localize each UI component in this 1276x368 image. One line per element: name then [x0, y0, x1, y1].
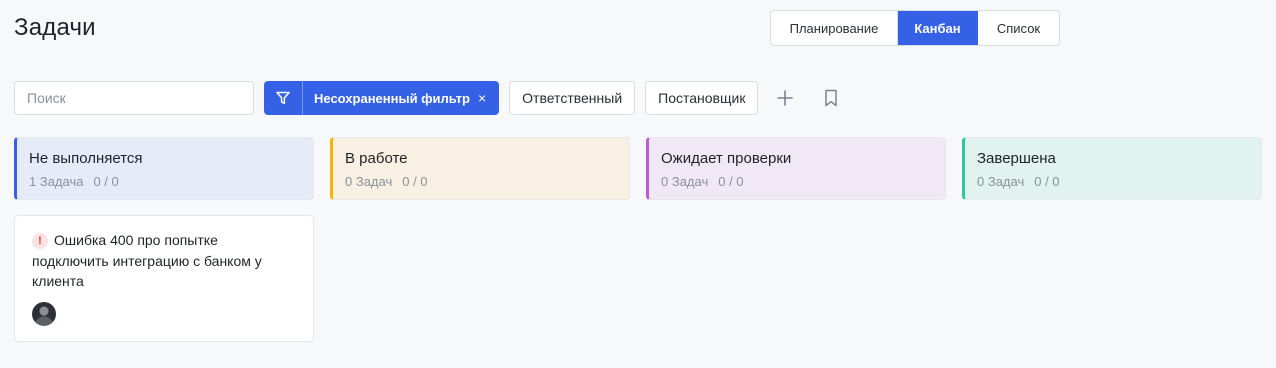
column-ratio: 0 / 0	[1034, 174, 1060, 189]
column-meta: 1 Задача 0 / 0	[29, 174, 313, 189]
column-header[interactable]: Не выполняется 1 Задача 0 / 0	[14, 137, 314, 200]
task-card-text: ! Ошибка 400 про попытке подключить интег…	[32, 230, 297, 292]
column-header[interactable]: Ожидает проверки 0 Задач 0 / 0	[646, 137, 946, 200]
column-meta: 0 Задач 0 / 0	[661, 174, 945, 189]
page-title: Задачи	[14, 14, 96, 41]
column-ratio: 0 / 0	[402, 174, 428, 189]
search-input[interactable]	[14, 81, 254, 115]
column-task-count: 0 Задач	[977, 174, 1025, 189]
task-card[interactable]: ! Ошибка 400 про попытке подключить интег…	[14, 215, 314, 342]
view-planning-button[interactable]: Планирование	[771, 11, 898, 45]
kanban-column: Ожидает проверки 0 Задач 0 / 0	[646, 137, 946, 342]
kanban-column: Не выполняется 1 Задача 0 / 0 ! Ошибка 40…	[14, 137, 314, 342]
filter-icon[interactable]	[264, 81, 303, 115]
view-switcher: Планирование Канбан Список	[770, 10, 1060, 46]
column-header[interactable]: В работе 0 Задач 0 / 0	[330, 137, 630, 200]
column-header[interactable]: Завершена 0 Задач 0 / 0	[962, 137, 1262, 200]
column-title: В работе	[345, 150, 408, 167]
kanban-column: Завершена 0 Задач 0 / 0	[962, 137, 1262, 342]
column-task-count: 0 Задач	[661, 174, 709, 189]
filter-label: Несохраненный фильтр	[314, 90, 470, 106]
filter-toolbar: Несохраненный фильтр × Ответственный Пос…	[14, 81, 846, 115]
column-meta: 0 Задач 0 / 0	[977, 174, 1261, 189]
avatar[interactable]	[32, 301, 56, 326]
column-task-count: 1 Задача	[29, 174, 84, 189]
kanban-board: Не выполняется 1 Задача 0 / 0 ! Ошибка 40…	[14, 137, 1276, 342]
column-meta: 0 Задач 0 / 0	[345, 174, 629, 189]
active-filter-chip[interactable]: Несохраненный фильтр ×	[264, 81, 500, 115]
column-task-count: 0 Задач	[345, 174, 393, 189]
column-title: Не выполняется	[29, 150, 143, 167]
column-ratio: 0 / 0	[718, 174, 744, 189]
view-kanban-button[interactable]: Канбан	[898, 11, 978, 45]
reporter-filter-button[interactable]: Постановщик	[645, 81, 759, 115]
column-title: Завершена	[977, 150, 1056, 167]
kanban-column: В работе 0 Задач 0 / 0	[330, 137, 630, 342]
column-ratio: 0 / 0	[93, 174, 119, 189]
plus-icon[interactable]	[770, 81, 800, 115]
column-title: Ожидает проверки	[661, 150, 792, 167]
priority-alert-icon: !	[32, 233, 48, 250]
assignee-filter-button[interactable]: Ответственный	[509, 81, 636, 115]
task-title: Ошибка 400 про попытке подключить интегр…	[32, 232, 262, 289]
view-list-button[interactable]: Список	[978, 11, 1059, 45]
bookmark-icon[interactable]	[816, 81, 846, 115]
close-icon[interactable]: ×	[470, 81, 499, 115]
